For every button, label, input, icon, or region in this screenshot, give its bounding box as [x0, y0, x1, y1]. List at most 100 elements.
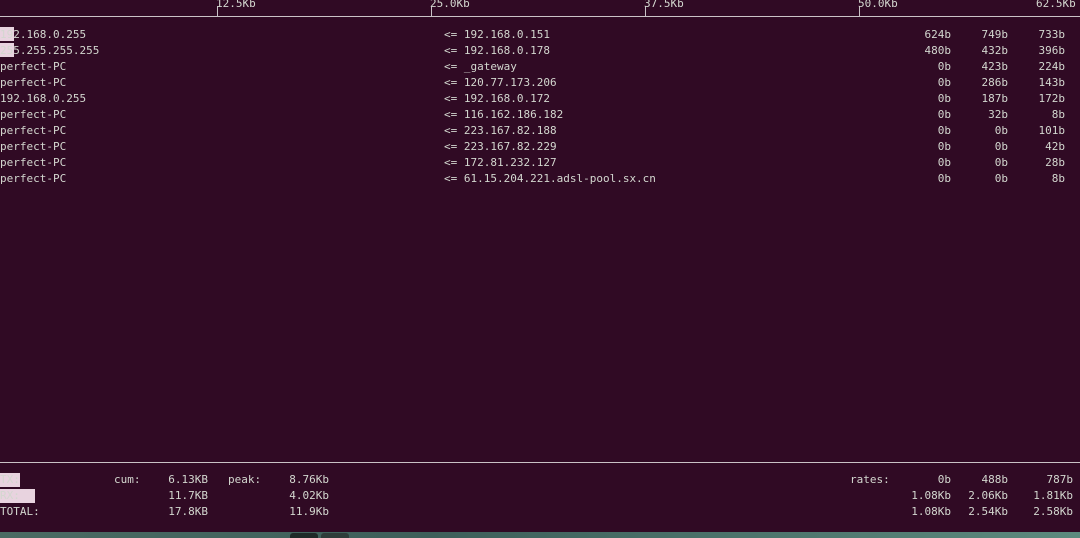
destination-address: 192.168.0.172: [463, 92, 550, 105]
direction-indicator: <=: [444, 92, 458, 105]
source-host: 192.168.0.255: [0, 28, 87, 41]
source-host: 192.168.0.255: [0, 92, 87, 105]
connection-row[interactable]: 255.255.255.255 <= 192.168.0.178 480b 43…: [0, 43, 1080, 59]
destination-address: 192.168.0.178: [463, 44, 550, 57]
taskbar-button[interactable]: [290, 533, 318, 538]
rate-40s: 143b: [1038, 76, 1066, 89]
rate-2s: 0b: [937, 60, 951, 73]
destination-host: <= 61.15.204.221.adsl-pool.sx.cn: [444, 171, 656, 187]
rate-10s: 0b: [994, 156, 1008, 169]
rate-40s: 101b: [1038, 124, 1066, 137]
rate-10s: 749b: [981, 28, 1009, 41]
connection-row[interactable]: 192.168.0.255 <= 192.168.0.151 624b 749b…: [0, 27, 1080, 43]
direction-indicator: <=: [444, 28, 458, 41]
destination-host: <= 192.168.0.172: [444, 91, 550, 107]
destination-host: <= 192.168.0.178: [444, 43, 550, 59]
total-rate-40s: 2.58Kb: [1033, 505, 1073, 518]
rate-2s: 0b: [937, 140, 951, 153]
rx-rate-2s: 1.08Kb: [911, 489, 951, 502]
destination-address: 192.168.0.151: [463, 28, 550, 41]
rate-2s: 0b: [937, 156, 951, 169]
scale-axis-line: [0, 16, 1080, 17]
rx-peak: 4.02Kb: [289, 489, 329, 502]
connection-row[interactable]: perfect-PC <= 172.81.232.127 0b 0b 28b: [0, 155, 1080, 171]
rx-row: RX: 11.7KB 4.02Kb 1.08Kb 2.06Kb 1.81Kb: [0, 488, 1080, 504]
rx-rate-10s: 2.06Kb: [968, 489, 1008, 502]
destination-address: 223.167.82.188: [463, 124, 557, 137]
rate-10s: 0b: [994, 172, 1008, 185]
total-rate-2s: 1.08Kb: [911, 505, 951, 518]
bandwidth-scale: 12.5Kb 25.0Kb 37.5Kb 50.0Kb 62.5Kb: [0, 0, 1080, 18]
tx-cumulative: 6.13KB: [168, 473, 208, 486]
direction-indicator: <=: [444, 44, 458, 57]
source-host: perfect-PC: [0, 60, 67, 73]
tx-row: TX: cum: 6.13KB peak: 8.76Kb rates: 0b 4…: [0, 472, 1080, 488]
taskbar-button[interactable]: [321, 533, 349, 538]
source-host: perfect-PC: [0, 172, 67, 185]
destination-host: <= 120.77.173.206: [444, 75, 557, 91]
destination-host: <= 223.167.82.229: [444, 139, 557, 155]
connection-row[interactable]: perfect-PC <= 61.15.204.221.adsl-pool.sx…: [0, 171, 1080, 187]
rate-10s: 286b: [981, 76, 1009, 89]
rate-10s: 32b: [988, 108, 1008, 121]
connection-row[interactable]: perfect-PC <= 223.167.82.188 0b 0b 101b: [0, 123, 1080, 139]
scale-tick-label: 62.5Kb: [1036, 0, 1076, 10]
rates-label: rates:: [850, 473, 890, 486]
direction-indicator: <=: [444, 124, 458, 137]
direction-indicator: <=: [444, 60, 458, 73]
connection-row[interactable]: perfect-PC <= 120.77.173.206 0b 286b 143…: [0, 75, 1080, 91]
taskbar: [0, 532, 1080, 538]
rx-rate-40s: 1.81Kb: [1033, 489, 1073, 502]
destination-address: 116.162.186.182: [463, 108, 564, 121]
scale-tick-label: 50.0Kb: [858, 0, 898, 10]
tx-rate-10s: 488b: [981, 473, 1009, 486]
destination-address: 120.77.173.206: [463, 76, 557, 89]
source-host: perfect-PC: [0, 156, 67, 169]
destination-host: <= 116.162.186.182: [444, 107, 563, 123]
rate-40s: 224b: [1038, 60, 1066, 73]
destination-address: _gateway: [463, 60, 517, 73]
cum-label: cum:: [114, 473, 141, 486]
direction-indicator: <=: [444, 156, 458, 169]
rate-2s: 0b: [937, 172, 951, 185]
rx-label: RX:: [0, 489, 20, 502]
direction-indicator: <=: [444, 172, 458, 185]
source-host: perfect-PC: [0, 108, 67, 121]
destination-address: 223.167.82.229: [463, 140, 557, 153]
source-host: perfect-PC: [0, 76, 67, 89]
scale-tick-label: 12.5Kb: [216, 0, 256, 10]
direction-indicator: <=: [444, 140, 458, 153]
rate-40s: 733b: [1038, 28, 1066, 41]
rate-2s: 480b: [924, 44, 952, 57]
rx-cumulative: 11.7KB: [168, 489, 208, 502]
rate-2s: 624b: [924, 28, 952, 41]
rate-40s: 28b: [1045, 156, 1065, 169]
tx-label: TX:: [0, 473, 20, 486]
connection-row[interactable]: 192.168.0.255 <= 192.168.0.172 0b 187b 1…: [0, 91, 1080, 107]
rate-40s: 396b: [1038, 44, 1066, 57]
total-row: TOTAL: 17.8KB 11.9Kb 1.08Kb 2.54Kb 2.58K…: [0, 504, 1080, 520]
rate-40s: 172b: [1038, 92, 1066, 105]
rate-10s: 0b: [994, 124, 1008, 137]
connection-row[interactable]: perfect-PC <= _gateway 0b 423b 224b: [0, 59, 1080, 75]
peak-label: peak:: [228, 473, 262, 486]
rate-10s: 187b: [981, 92, 1009, 105]
connection-row[interactable]: perfect-PC <= 116.162.186.182 0b 32b 8b: [0, 107, 1080, 123]
source-host: perfect-PC: [0, 124, 67, 137]
destination-address: 172.81.232.127: [463, 156, 557, 169]
total-peak: 11.9Kb: [289, 505, 329, 518]
destination-host: <= 192.168.0.151: [444, 27, 550, 43]
rate-40s: 8b: [1051, 172, 1065, 185]
destination-address: 61.15.204.221.adsl-pool.sx.cn: [463, 172, 656, 185]
total-rate-10s: 2.54Kb: [968, 505, 1008, 518]
connection-row[interactable]: perfect-PC <= 223.167.82.229 0b 0b 42b: [0, 139, 1080, 155]
destination-host: <= _gateway: [444, 59, 517, 75]
rate-40s: 42b: [1045, 140, 1065, 153]
rate-10s: 423b: [981, 60, 1009, 73]
scale-tick-label: 25.0Kb: [430, 0, 470, 10]
rate-2s: 0b: [937, 124, 951, 137]
source-host: 255.255.255.255: [0, 44, 100, 57]
tx-rate-40s: 787b: [1046, 473, 1074, 486]
tx-peak: 8.76Kb: [289, 473, 329, 486]
rate-40s: 8b: [1051, 108, 1065, 121]
